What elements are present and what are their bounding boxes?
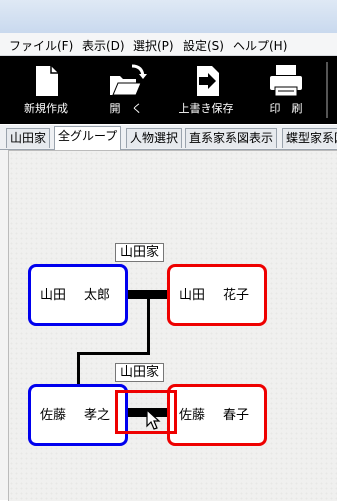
family-label-bottom[interactable]: 山田家 [115, 363, 165, 382]
new-button[interactable]: 新規作成 [14, 56, 78, 124]
window-titlebar [0, 0, 337, 34]
menu-file[interactable]: ファイル(F) [9, 37, 73, 54]
person-card-yamada-taro[interactable]: 山田 太郎 [28, 264, 128, 326]
surname: 佐藤 [179, 408, 206, 423]
family-tree-canvas[interactable]: 山田家 山田家 山田 太郎 山田 花子 佐藤 孝之 佐藤 春子 [8, 150, 337, 501]
tab-all-groups[interactable]: 全グループ [54, 126, 122, 150]
print-button[interactable]: 印 刷 [254, 56, 318, 124]
menu-help[interactable]: ヘルプ(H) [233, 37, 287, 54]
menu-view[interactable]: 表示(D) [82, 37, 125, 54]
child-drop-line [77, 352, 80, 385]
person-card-yamada-hanako[interactable]: 山田 花子 [167, 264, 267, 326]
print-label: 印 刷 [269, 102, 303, 115]
open-label: 開 く [109, 102, 143, 115]
sibling-line [77, 352, 150, 355]
given-name: 春子 [223, 408, 250, 423]
person-card-sato-takayuki[interactable]: 佐藤 孝之 [28, 384, 128, 446]
menu-bar: ファイル(F) 表示(D) 選択(P) 設定(S) ヘルプ(H) [0, 33, 337, 56]
family-label-top[interactable]: 山田家 [115, 243, 165, 262]
new-file-icon [36, 66, 58, 96]
tab-person-select[interactable]: 人物選択 [126, 128, 183, 148]
toolbar-separator [326, 62, 328, 118]
open-folder-icon [110, 64, 147, 96]
mouse-cursor-icon [146, 409, 161, 430]
toolbar: 新規作成 開 く 上書き保存 印 刷 [0, 56, 337, 124]
open-button[interactable]: 開 く [94, 56, 158, 124]
tab-direct-lineage-view[interactable]: 直系家系図表示 [185, 128, 278, 148]
surname: 佐藤 [40, 408, 67, 423]
given-name: 太郎 [84, 288, 111, 303]
printer-icon [270, 65, 302, 97]
surname: 山田 [40, 288, 67, 303]
person-card-sato-haruko[interactable]: 佐藤 春子 [167, 384, 267, 446]
new-label: 新規作成 [24, 102, 68, 115]
tab-butterfly-tree[interactable]: 蝶型家系図 [282, 128, 337, 148]
save-icon [197, 66, 219, 96]
given-name: 花子 [223, 288, 250, 303]
tab-yamada-family[interactable]: 山田家 [6, 128, 51, 148]
descent-line [147, 299, 150, 354]
menu-settings[interactable]: 設定(S) [183, 37, 224, 54]
marriage-line-yamada [127, 290, 170, 299]
tab-strip: 山田家 全グループ 人物選択 直系家系図表示 蝶型家系図 [0, 125, 337, 150]
surname: 山田 [179, 288, 206, 303]
save-button[interactable]: 上書き保存 [172, 56, 240, 124]
menu-select[interactable]: 選択(P) [133, 37, 174, 54]
given-name: 孝之 [84, 408, 111, 423]
overwrite-save-label: 上書き保存 [178, 102, 234, 115]
